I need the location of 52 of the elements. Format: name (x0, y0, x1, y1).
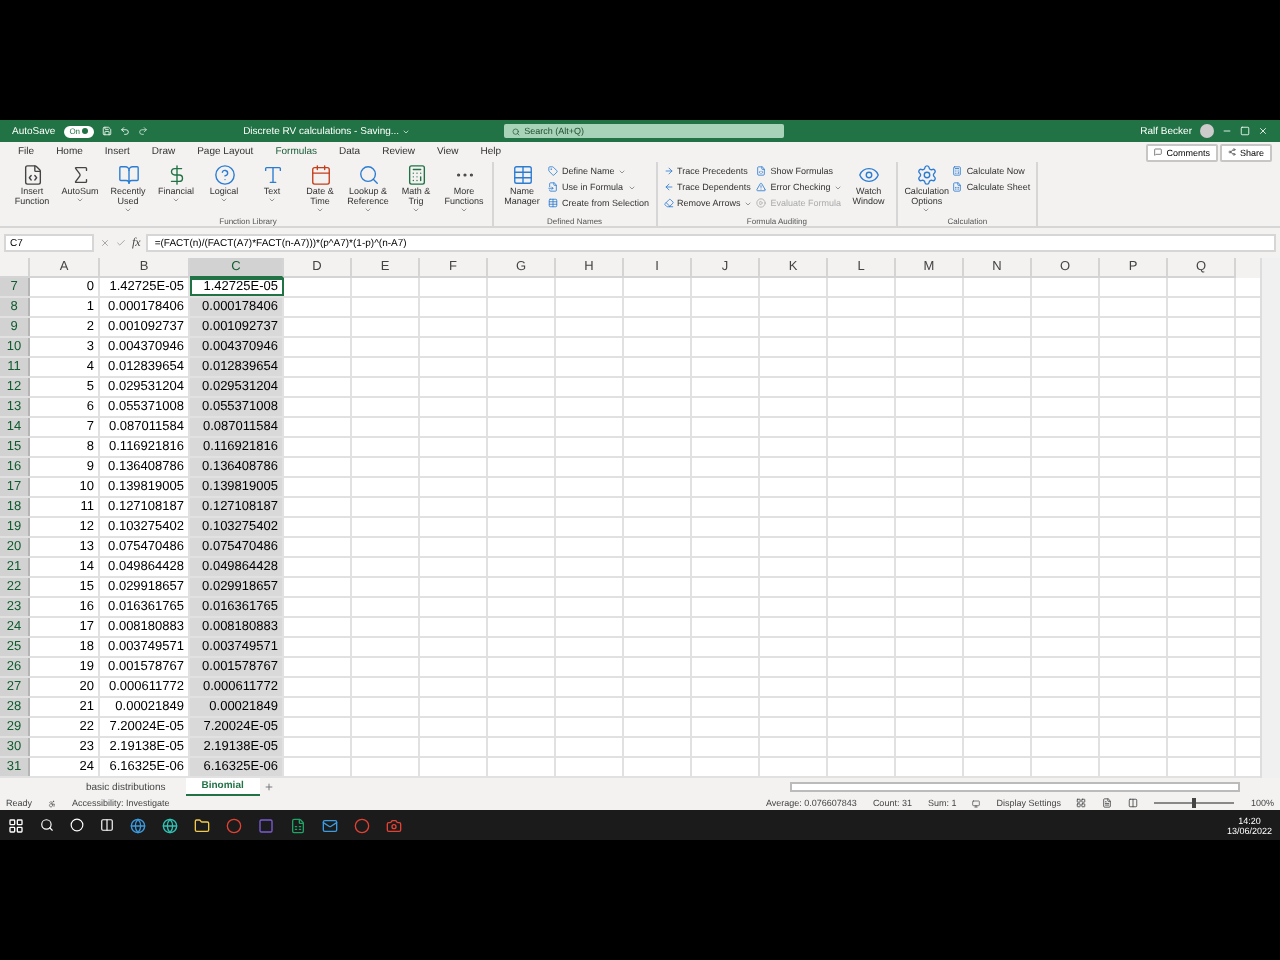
undo-icon (120, 126, 131, 136)
page-layout-icon (1102, 798, 1113, 808)
search-icon (40, 818, 54, 832)
mail-icon (322, 817, 338, 833)
normal-view-icon (1076, 798, 1087, 808)
insert-icon (548, 182, 558, 192)
horizontal-scrollbar[interactable] (790, 782, 1240, 792)
formula-icon (756, 166, 767, 176)
avatar (1200, 124, 1214, 138)
add-sheet-icon (263, 782, 274, 792)
vertical-scrollbar[interactable] (1260, 258, 1280, 778)
eraser-icon (663, 198, 674, 208)
eye-icon (857, 164, 880, 186)
monitor-icon (972, 799, 981, 807)
app-icon (258, 817, 274, 833)
table-icon (511, 164, 533, 186)
zoom-thumb[interactable] (1192, 798, 1197, 808)
calendar-icon (309, 164, 331, 186)
folder-icon (194, 817, 210, 833)
play-icon (756, 198, 767, 208)
camera-icon (386, 817, 402, 833)
book-icon (117, 164, 139, 186)
arrow-icon (663, 166, 674, 176)
sigma-icon (69, 164, 91, 186)
circle-icon (70, 818, 84, 832)
check-icon (116, 238, 126, 248)
sheet-icon (952, 182, 963, 192)
money-icon (165, 164, 187, 186)
maximize-icon (1240, 126, 1250, 136)
question-icon (213, 164, 235, 186)
spreadsheet-icon (290, 817, 306, 833)
minimize-icon (1222, 126, 1232, 136)
page-break-icon (1128, 798, 1139, 808)
function-icon (21, 164, 43, 186)
calculator-icon (405, 164, 427, 186)
calculator-icon (952, 166, 963, 176)
redo-icon (138, 126, 149, 136)
text-icon (261, 164, 283, 186)
share-icon (1227, 148, 1236, 156)
globe-icon (130, 817, 146, 833)
arrow-icon (663, 182, 674, 192)
table-icon (548, 198, 558, 208)
magnifier-icon (357, 164, 379, 186)
windows-start-icon (8, 817, 24, 833)
accessibility-icon (48, 799, 57, 807)
search-icon (512, 127, 521, 135)
warning-icon (756, 182, 767, 192)
save-icon (102, 126, 113, 136)
tag-icon (548, 166, 558, 176)
task-view-icon (100, 818, 114, 832)
settings-icon (915, 164, 938, 186)
comment-icon (1154, 148, 1163, 156)
